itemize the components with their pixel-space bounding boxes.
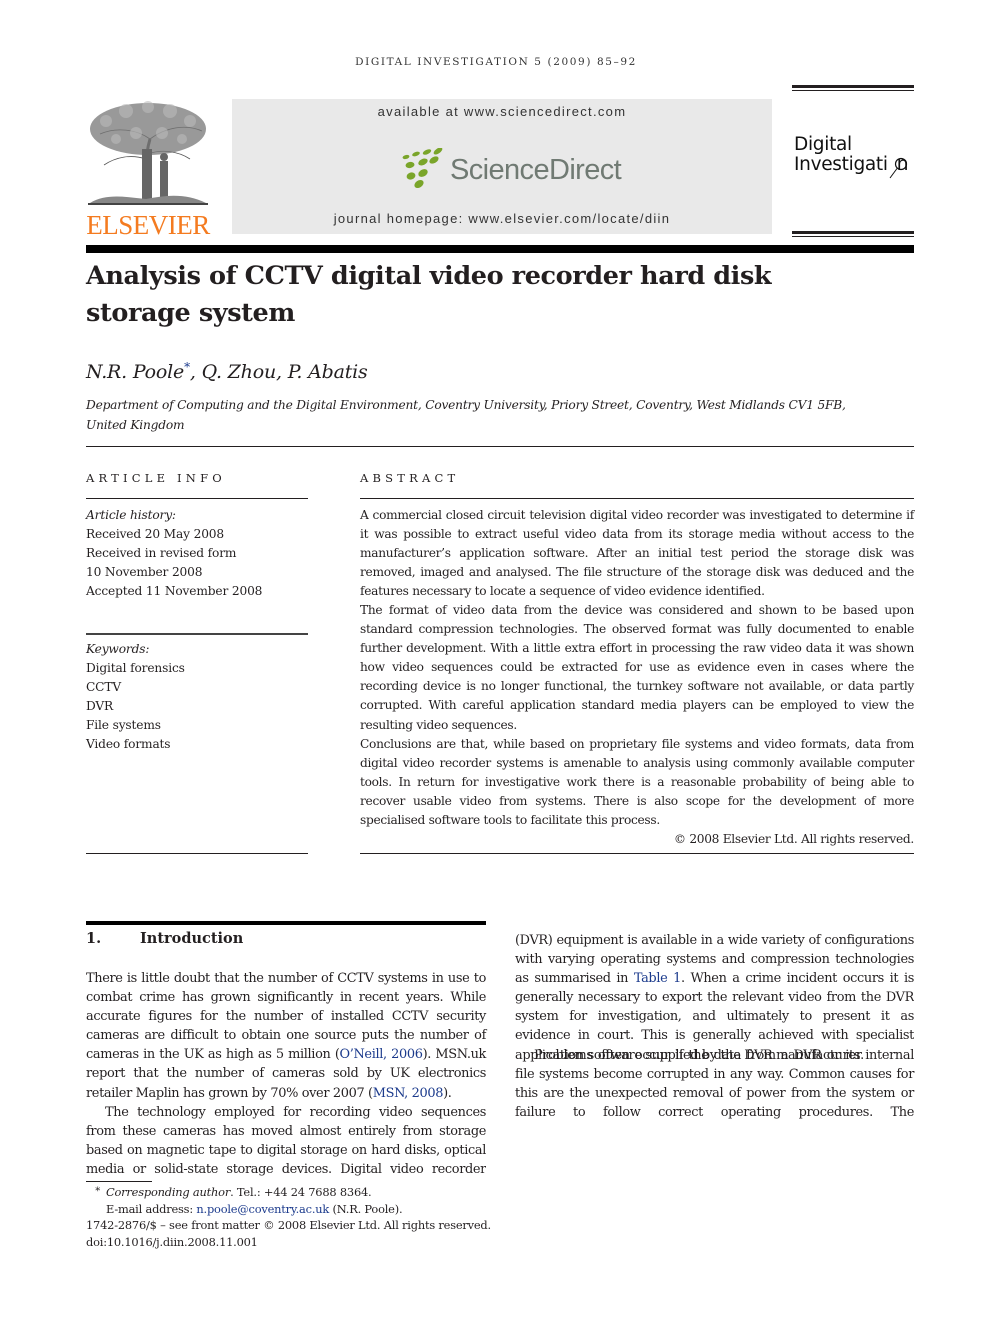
footnote-mark: *: [95, 1186, 100, 1197]
email-owner: (N.R. Poole).: [329, 1201, 403, 1216]
sciencedirect-wordmark: ScienceDirect: [450, 154, 622, 186]
affiliation-divider: [86, 446, 914, 447]
journal-logo-line2-text: Investigati: [794, 154, 888, 175]
journal-logo-rule-top: [792, 85, 914, 91]
affiliation: Department of Computing and the Digital …: [86, 398, 846, 432]
history-item: Received 20 May 2008: [86, 527, 225, 541]
author-name: Q. Zhou: [201, 361, 277, 383]
abstract-heading: ABSTRACT: [360, 471, 460, 485]
history-item: Received in revised form: [86, 546, 237, 560]
running-head: DIGITAL INVESTIGATION 5 (2009) 85–92: [355, 56, 637, 68]
email-link[interactable]: n.poole@coventry.ac.uk: [196, 1202, 329, 1216]
article-history-label: Article history:: [86, 508, 176, 522]
footnote-label: Corresponding author: [106, 1185, 231, 1199]
abstract-bottom-divider: [360, 853, 914, 854]
section-divider-bar: [86, 921, 486, 925]
front-matter-note: 1742-2876/$ – see front matter © 2008 El…: [86, 1218, 491, 1232]
article-info-divider: [86, 498, 308, 499]
history-item: Accepted 11 November 2008: [86, 584, 263, 598]
table-reference-link[interactable]: Table 1: [634, 971, 681, 986]
abstract-paragraph: Conclusions are that, while based on pro…: [360, 736, 914, 827]
keyword: Digital forensics: [86, 661, 185, 675]
body-paragraph: The technology employed for recording vi…: [86, 1103, 486, 1179]
keyword: CCTV: [86, 680, 121, 694]
abstract-paragraph: The format of video data from the device…: [360, 603, 914, 732]
citation-link-oneill[interactable]: O’Neill, 2006: [340, 1047, 423, 1062]
author-name: P. Abatis: [287, 361, 368, 383]
body-text: The technology employed for recording vi…: [86, 1104, 486, 1177]
keyword: File systems: [86, 718, 161, 732]
journal-logo-rule-bottom: [792, 231, 914, 237]
section-heading-introduction: 1. Introduction: [86, 930, 243, 947]
email-footnote: E-mail address: n.poole@coventry.ac.uk (…: [86, 1201, 686, 1218]
author-separator: ,: [276, 361, 288, 383]
citation-link-msn[interactable]: MSN, 2008: [373, 1086, 444, 1101]
corresponding-author-footnote: * Corresponding author. Tel.: +44 24 7688…: [86, 1184, 686, 1201]
abstract-body: A commercial closed circuit television d…: [360, 506, 914, 849]
footnote-divider: [86, 1181, 152, 1182]
author-name: N.R. Poole: [86, 361, 185, 383]
keyword: Video formats: [86, 737, 171, 751]
header-divider-bar: [86, 245, 914, 253]
elsevier-tree-icon: [88, 101, 208, 205]
article-info-heading: ARTICLE INFO: [86, 471, 226, 485]
available-at-link[interactable]: available at www.sciencedirect.com: [232, 104, 772, 119]
abstract-copyright: © 2008 Elsevier Ltd. All rights reserved…: [673, 831, 914, 846]
section-title: Introduction: [140, 930, 244, 947]
abstract-paragraph: A commercial closed circuit television d…: [360, 508, 914, 599]
abstract-divider: [360, 498, 914, 499]
footnotes: * Corresponding author. Tel.: +44 24 7688…: [86, 1184, 686, 1250]
body-column-right: The technology employed for recording vi…: [515, 931, 914, 1122]
article-history: Article history: Received 20 May 2008 Re…: [86, 506, 308, 601]
body-paragraph-continued: The technology employed for recording vi…: [515, 931, 914, 1065]
article-info-bottom-divider: [86, 853, 308, 854]
keywords-label: Keywords:: [86, 642, 150, 656]
body-column-left: There is little doubt that the number of…: [86, 969, 486, 1179]
elsevier-wordmark: ELSEVIER: [86, 210, 210, 240]
journal-logo-line1: Digital: [794, 134, 852, 155]
footnote-tel: . Tel.: +44 24 7688 8364.: [230, 1185, 372, 1199]
author-list: N.R. Poole*, Q. Zhou, P. Abatis: [86, 360, 368, 383]
keywords-divider: [86, 633, 308, 635]
body-paragraph: The technology employed for recording vi…: [515, 931, 914, 1065]
body-text: ).: [443, 1085, 452, 1101]
journal-homepage-link[interactable]: journal homepage: www.elsevier.com/locat…: [232, 211, 772, 226]
doi: doi:10.1016/j.diin.2008.11.001: [86, 1234, 258, 1249]
keywords: Keywords: Digital forensics CCTV DVR Fil…: [86, 640, 308, 754]
body-paragraph: There is little doubt that the number of…: [86, 969, 486, 1103]
article-title: Analysis of CCTV digital video recorder …: [86, 261, 772, 328]
author-separator: ,: [189, 361, 202, 383]
keyword: DVR: [86, 699, 114, 713]
history-item: 10 November 2008: [86, 565, 203, 579]
magnifying-glass-icon: [884, 156, 914, 186]
section-number: 1.: [86, 930, 102, 947]
email-label: E-mail address:: [106, 1201, 197, 1216]
